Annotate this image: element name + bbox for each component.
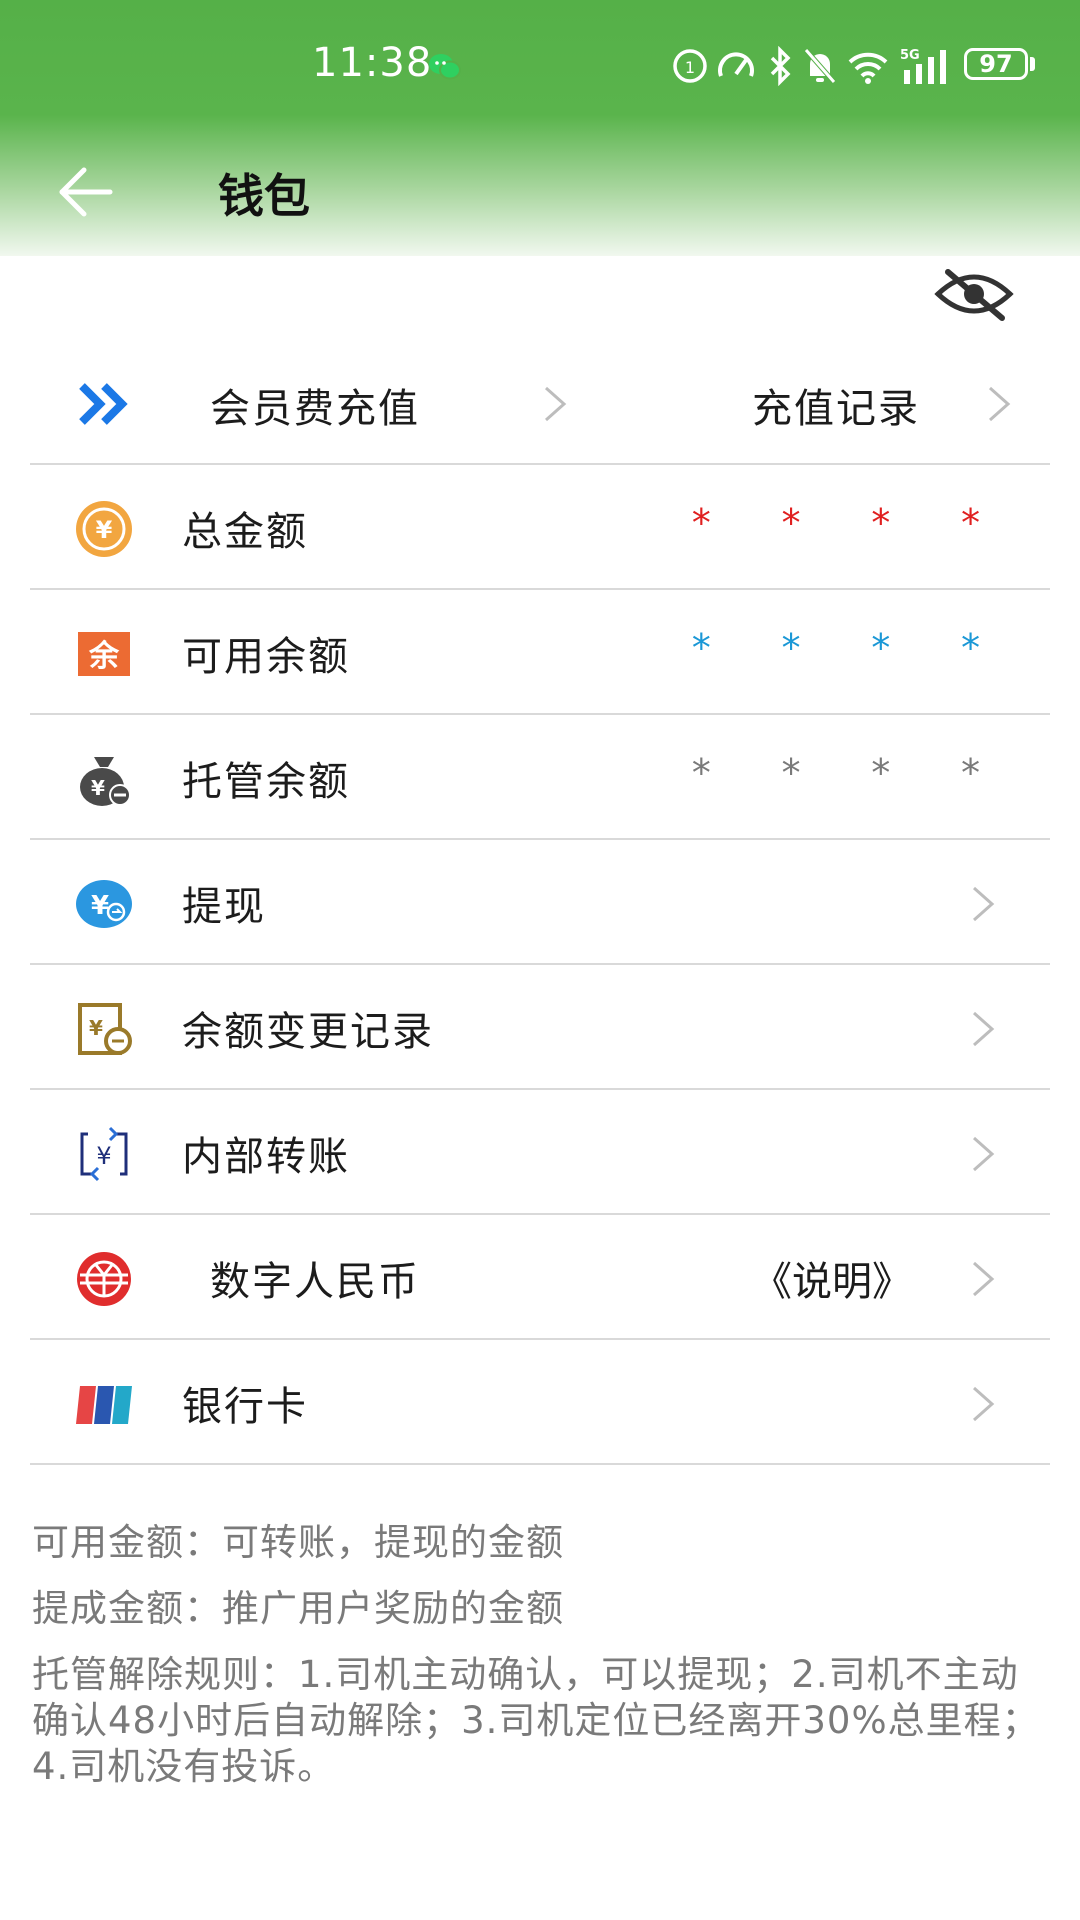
chevron-right-icon — [973, 1261, 995, 1297]
status-bar: 11:38 1 5G 97 — [0, 0, 1080, 130]
withdraw-icon: ¥ — [76, 880, 132, 928]
yuan-coin-icon: ¥ — [76, 501, 132, 557]
total-amount-row: ¥ 总金额 * * * * — [30, 465, 1050, 589]
balance-records-row[interactable]: ¥ 余额变更记录 — [30, 965, 1050, 1089]
battery-indicator: 97 — [964, 48, 1028, 80]
bluetooth-icon — [770, 46, 791, 86]
internal-transfer-row[interactable]: ¥ 内部转账 — [30, 1090, 1050, 1214]
note-escrow-rules: 托管解除规则：1.司机主动确认，可以提现；2.司机不主动确认48小时后自动解除；… — [32, 1653, 1040, 1788]
escrow-balance-value: * * * * — [689, 751, 1004, 795]
withdraw-label: 提现 — [182, 884, 266, 930]
chevron-right-icon — [973, 1011, 995, 1047]
svg-text:5G: 5G — [900, 48, 920, 63]
digital-rmb-label: 数字人民币 — [210, 1259, 420, 1305]
withdraw-row[interactable]: ¥ 提现 — [30, 840, 1050, 964]
digital-rmb-row[interactable]: 数字人民币 《说明》 — [30, 1215, 1050, 1339]
balance-icon: 余 — [78, 632, 130, 676]
speed-icon — [718, 52, 754, 77]
digital-rmb-explain-link[interactable]: 《说明》 — [752, 1249, 912, 1307]
money-bag-icon: ¥ — [80, 757, 131, 806]
balance-records-label: 余额变更记录 — [182, 1009, 434, 1055]
svg-text:¥: ¥ — [91, 776, 105, 800]
note-available-amount: 可用金额：可转账，提现的金额 — [32, 1521, 564, 1564]
note-commission-amount: 提成金额：推广用户奖励的金额 — [32, 1587, 564, 1630]
mute-bell-icon — [804, 48, 836, 84]
chevron-right-icon — [989, 386, 1011, 422]
bank-card-row[interactable]: 银行卡 — [30, 1340, 1050, 1464]
double-chevron-icon — [79, 383, 128, 425]
transfer-icon: ¥ — [80, 1126, 128, 1182]
battery-tip — [1030, 57, 1035, 71]
available-balance-value: * * * * — [689, 626, 1004, 670]
svg-text:¥: ¥ — [96, 516, 113, 544]
hide-eye-icon[interactable] — [934, 266, 1014, 322]
escrow-balance-label: 托管余额 — [182, 759, 350, 805]
svg-text:¥: ¥ — [91, 891, 109, 921]
svg-text:1: 1 — [685, 58, 695, 77]
recharge-records-link[interactable]: 充值记录 — [752, 376, 920, 434]
chevron-right-icon — [973, 886, 995, 922]
chevron-right-icon — [973, 1386, 995, 1422]
app-bar: 钱包 — [0, 130, 1080, 256]
internal-transfer-label: 内部转账 — [182, 1134, 350, 1180]
svg-text:¥: ¥ — [89, 1016, 103, 1040]
available-balance-row: 余 可用余额 * * * * — [30, 590, 1050, 714]
chevron-right-icon — [973, 1136, 995, 1172]
back-arrow-icon[interactable] — [56, 162, 116, 222]
status-time: 11:38 — [312, 40, 433, 86]
available-balance-label: 可用余额 — [182, 634, 350, 680]
divider — [30, 1463, 1050, 1465]
ledger-icon: ¥ — [78, 1003, 132, 1055]
data-saver-icon: 1 — [673, 49, 707, 83]
digital-yuan-icon — [77, 1252, 131, 1306]
wifi-icon — [848, 52, 888, 84]
signal-5g-icon: 5G — [900, 48, 946, 84]
svg-text:¥: ¥ — [96, 1142, 111, 1170]
total-amount-label: 总金额 — [182, 509, 308, 555]
escrow-balance-row: ¥ 托管余额 * * * * — [30, 715, 1050, 839]
member-recharge-button[interactable]: 会员费充值 — [210, 376, 420, 434]
bank-card-label: 银行卡 — [182, 1384, 308, 1430]
svg-text:余: 余 — [88, 639, 120, 674]
member-recharge-row: 会员费充值 充值记录 — [30, 352, 1050, 464]
wechat-icon — [429, 54, 461, 80]
bank-card-icon — [76, 1386, 132, 1424]
page-title: 钱包 — [218, 169, 310, 223]
total-amount-value: * * * * — [689, 501, 1004, 545]
chevron-right-icon — [545, 386, 567, 422]
